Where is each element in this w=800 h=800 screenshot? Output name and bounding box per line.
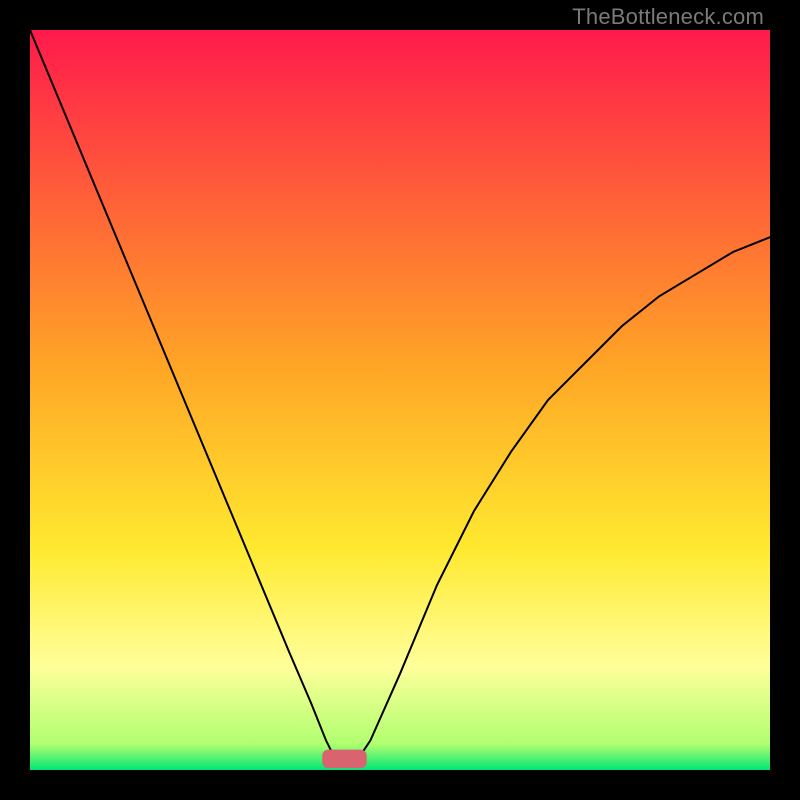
watermark-text: TheBottleneck.com (572, 4, 764, 30)
plot-area (30, 30, 770, 770)
gradient-background (30, 30, 770, 770)
bottleneck-marker (322, 750, 366, 769)
chart-frame: TheBottleneck.com (0, 0, 800, 800)
plot-svg (30, 30, 770, 770)
